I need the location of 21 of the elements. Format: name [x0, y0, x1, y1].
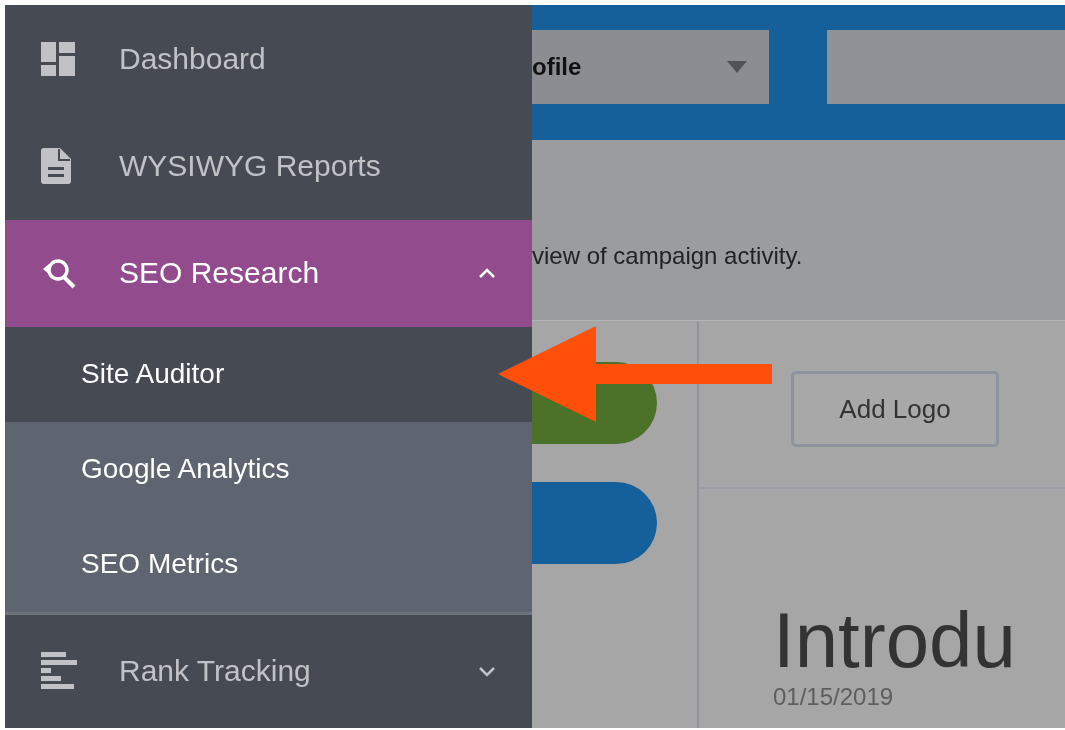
date-text: 01/15/2019 [773, 683, 895, 711]
page-title: Introdu [773, 601, 1017, 679]
sidebar-item-label: SEO Research [119, 256, 321, 291]
dashboard-icon [41, 41, 75, 76]
header-field[interactable] [827, 29, 1065, 104]
sidebar-item-label: WYSIWYG Reports [119, 148, 382, 183]
pill-button[interactable] [532, 482, 657, 564]
sidebar-item-label: Dashboard [119, 41, 267, 76]
sidebar-item[interactable]: Dashboard [5, 5, 532, 113]
description-text: view of campaign activity. [532, 242, 803, 270]
document-icon [41, 147, 71, 184]
add-logo-button[interactable]: Add Logo [791, 371, 999, 447]
bars-icon [41, 652, 77, 691]
sidebar-item-label: Rank Tracking [119, 654, 312, 689]
sidebar-item[interactable]: SEO Research [5, 219, 532, 327]
search-icon [41, 256, 77, 291]
profile-dropdown[interactable]: ofile [532, 29, 769, 104]
sidebar-item[interactable]: WYSIWYG Reports [5, 112, 532, 220]
submenu-item[interactable]: Google Analytics [5, 421, 532, 517]
submenu-item[interactable]: SEO Metrics [5, 516, 532, 612]
dropdown-arrow-icon [727, 60, 747, 73]
